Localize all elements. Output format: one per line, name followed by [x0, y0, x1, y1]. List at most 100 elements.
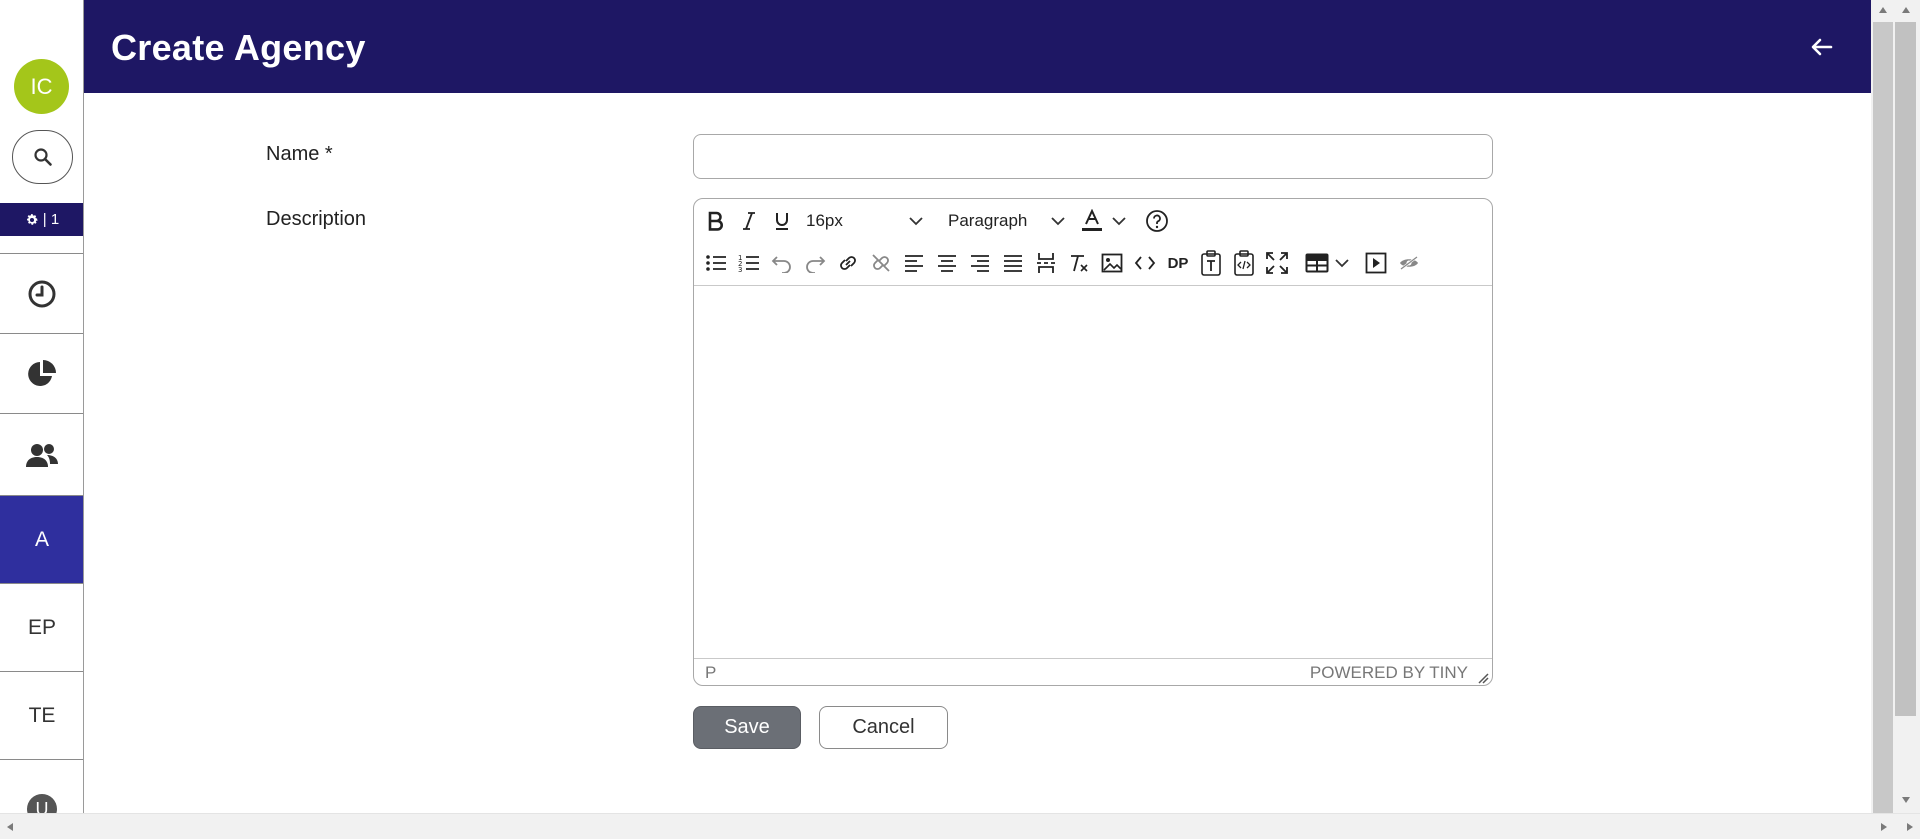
- editor-toolbar-row-2: 123 DP: [694, 243, 1492, 286]
- clear-formatting-button[interactable]: [1065, 249, 1093, 277]
- align-right-button[interactable]: [966, 249, 994, 277]
- italic-button[interactable]: [735, 207, 763, 235]
- unlink-icon: [872, 254, 890, 272]
- text-color-dropdown[interactable]: [1108, 207, 1130, 235]
- undo-button[interactable]: [768, 249, 796, 277]
- link-button[interactable]: [834, 249, 862, 277]
- align-left-icon: [905, 255, 923, 272]
- preview-button[interactable]: [1395, 249, 1423, 277]
- horizontal-scrollbar[interactable]: [0, 813, 1920, 839]
- align-justify-button[interactable]: [999, 249, 1027, 277]
- page-title: Create Agency: [111, 27, 366, 68]
- media-button[interactable]: [1362, 249, 1390, 277]
- underline-button[interactable]: [768, 207, 796, 235]
- scroll-right-icon[interactable]: [1880, 822, 1888, 832]
- settings-bar[interactable]: | 1: [0, 203, 83, 236]
- name-label: Name *: [266, 143, 333, 165]
- redo-button[interactable]: [801, 249, 829, 277]
- redo-icon: [806, 256, 826, 273]
- chevron-down-icon: [909, 217, 923, 226]
- name-input[interactable]: [693, 134, 1493, 179]
- clipboard-text-icon: [1201, 250, 1221, 276]
- table-dropdown[interactable]: [1332, 249, 1352, 277]
- scroll-up-icon[interactable]: [1878, 6, 1888, 14]
- bold-icon: [708, 211, 723, 231]
- font-size-value: 16px: [806, 211, 843, 230]
- scroll-right-icon[interactable]: [1906, 822, 1914, 832]
- sidebar-item-history[interactable]: [0, 253, 83, 333]
- align-right-icon: [971, 255, 989, 272]
- align-left-button[interactable]: [900, 249, 928, 277]
- chevron-down-icon: [1335, 259, 1349, 268]
- search-button[interactable]: [12, 130, 73, 184]
- app-viewport: IC | 1 A EP TE U Create Agency Name * De…: [0, 0, 1920, 839]
- text-color-icon: [1082, 209, 1102, 231]
- sidebar-item-more[interactable]: U: [0, 759, 83, 813]
- help-button[interactable]: [1143, 207, 1171, 235]
- search-icon: [33, 148, 52, 166]
- pie-chart-icon: [28, 359, 56, 386]
- insert-image-button[interactable]: [1098, 249, 1126, 277]
- block-format-select[interactable]: Paragraph: [948, 207, 1066, 235]
- sidebar-item-users[interactable]: [0, 413, 83, 495]
- element-path[interactable]: P: [705, 663, 716, 683]
- clock-icon: [28, 280, 56, 307]
- clipboard-code-icon: [1234, 250, 1254, 276]
- bullet-list-icon: [706, 255, 726, 271]
- page-break-icon: [1037, 253, 1055, 273]
- bold-button[interactable]: [702, 207, 730, 235]
- resize-handle-icon[interactable]: [1477, 672, 1489, 684]
- paste-code-button[interactable]: [1230, 249, 1258, 277]
- description-editor: 16px Paragraph 123 DP P POWERED BY TINY: [693, 198, 1493, 686]
- chevron-down-icon: [1051, 217, 1065, 226]
- block-format-value: Paragraph: [948, 211, 1028, 230]
- back-button[interactable]: [1807, 32, 1837, 62]
- avatar[interactable]: IC: [14, 59, 69, 114]
- image-icon: [1101, 253, 1123, 273]
- eye-off-icon: [1400, 256, 1418, 270]
- paste-text-button[interactable]: [1197, 249, 1225, 277]
- editor-toolbar-row-1: 16px Paragraph: [694, 199, 1492, 243]
- scrollbar-thumb[interactable]: [1895, 22, 1916, 716]
- scroll-up-icon[interactable]: [1901, 6, 1911, 14]
- media-icon: [1365, 252, 1387, 274]
- fullscreen-button[interactable]: [1263, 249, 1291, 277]
- italic-icon: [743, 212, 755, 230]
- sidebar-item-agencies[interactable]: A: [0, 495, 83, 583]
- sidebar-item-label: TE: [28, 703, 56, 727]
- unlink-button[interactable]: [867, 249, 895, 277]
- scroll-left-icon[interactable]: [6, 822, 14, 832]
- help-icon: [1146, 210, 1168, 232]
- page-header: Create Agency: [84, 0, 1871, 93]
- sidebar-item-reports[interactable]: [0, 333, 83, 413]
- link-icon: [840, 256, 856, 270]
- source-code-button[interactable]: [1131, 249, 1159, 277]
- inner-scrollbar-thumb[interactable]: [1873, 22, 1893, 813]
- arrow-left-icon: [1811, 38, 1833, 56]
- scroll-down-icon[interactable]: [1901, 796, 1911, 804]
- clear-formatting-icon: [1071, 255, 1088, 272]
- users-icon: [26, 443, 58, 467]
- table-button[interactable]: [1303, 249, 1331, 277]
- vertical-scrollbar[interactable]: [1871, 0, 1920, 813]
- save-button[interactable]: Save: [693, 706, 801, 749]
- bullet-list-button[interactable]: [702, 249, 730, 277]
- numbered-list-icon: 123: [738, 254, 759, 273]
- sidebar: IC | 1 A EP TE U: [0, 0, 84, 813]
- sidebar-item-te[interactable]: TE: [0, 671, 83, 759]
- svg-text:3: 3: [738, 266, 742, 273]
- undo-icon: [771, 256, 791, 273]
- page-break-button[interactable]: [1032, 249, 1060, 277]
- dp-button[interactable]: DP: [1164, 249, 1192, 277]
- numbered-list-button[interactable]: 123: [735, 249, 763, 277]
- dp-label: DP: [1167, 254, 1189, 272]
- font-size-select[interactable]: 16px: [806, 207, 924, 235]
- align-justify-icon: [1004, 255, 1022, 272]
- align-center-button[interactable]: [933, 249, 961, 277]
- cancel-button[interactable]: Cancel: [819, 706, 948, 749]
- gear-icon: [26, 213, 38, 225]
- editor-content-area[interactable]: [694, 287, 1492, 657]
- text-color-button[interactable]: [1078, 207, 1106, 235]
- sidebar-item-ep[interactable]: EP: [0, 583, 83, 671]
- tiny-branding-link[interactable]: POWERED BY TINY: [1310, 663, 1468, 683]
